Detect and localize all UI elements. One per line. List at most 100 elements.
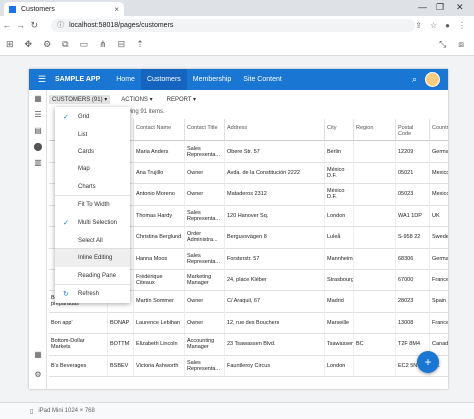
gear-icon[interactable]: ⚙ <box>33 370 43 380</box>
table-cell: Germany <box>430 248 448 269</box>
nav-home[interactable]: Home <box>110 69 141 90</box>
address-bar[interactable]: ⓘ localhost:58018/pages/customers <box>51 18 416 32</box>
table-cell: BONAP <box>108 312 134 334</box>
table-cell <box>354 226 396 248</box>
table-cell: C/ Araquil, 67 <box>225 290 325 312</box>
table-cell: France <box>430 269 448 290</box>
menu-dots-icon[interactable]: ⋮ <box>458 21 466 30</box>
menu-item-grid[interactable]: ✓ Grid <box>55 108 130 126</box>
table-cell: Sales Representa... <box>185 141 225 162</box>
report-dropdown[interactable]: REPORT ▾ <box>164 95 199 104</box>
menu-item-multi-selection[interactable]: ✓ Multi Selection <box>55 214 130 232</box>
list-view-icon[interactable]: ☰ <box>33 110 43 120</box>
table-cell: Strasbourg <box>325 269 354 291</box>
rotate-icon[interactable]: ⤡ <box>439 39 446 50</box>
profile-icon[interactable]: ● <box>445 21 450 30</box>
table-row[interactable]: Bottom-Dollar Markets BOTTM Elizabeth Linc… <box>49 333 448 356</box>
menu-item-select-all[interactable]: Select All <box>55 232 130 250</box>
move-icon[interactable]: ✥ <box>25 39 33 50</box>
back-icon[interactable]: ← <box>0 20 14 30</box>
apps-icon[interactable]: ▦ <box>33 350 43 360</box>
column-header[interactable]: Address <box>225 119 325 141</box>
menu-item-list[interactable]: List <box>55 126 130 144</box>
table-cell <box>354 248 396 269</box>
devtools-toolbar: ⊞ ✥ ⚙ ⧉ ▭ ⋔ ⊟ ⇡ ⤡ ⧈ <box>0 34 474 56</box>
browser-actions: ⇪ ☆ ● ⋮ <box>415 21 474 30</box>
menu-item-inline-editing[interactable]: Inline Editing <box>55 249 130 267</box>
share-icon[interactable]: ⇪ <box>415 21 422 30</box>
plugin-icon[interactable]: ⧉ <box>62 39 68 50</box>
table-cell: Forsterstr. 57 <box>225 248 325 269</box>
avatar[interactable] <box>425 72 440 87</box>
menu-divider <box>55 195 130 196</box>
table-cell <box>354 290 396 312</box>
actions-dropdown[interactable]: ACTIONS ▾ <box>118 95 155 104</box>
menu-item-map[interactable]: Map <box>55 160 130 178</box>
menu-divider <box>55 248 130 249</box>
column-header[interactable]: Country <box>430 119 448 141</box>
column-header[interactable]: Postal Code <box>396 119 430 141</box>
settings-icon[interactable]: ⚙ <box>43 39 51 50</box>
nav-membership[interactable]: Membership <box>187 69 238 90</box>
table-cell <box>354 355 396 376</box>
table-cell: Obere Str. 57 <box>225 141 325 162</box>
table-cell: Mannheim <box>325 248 354 269</box>
info-icon[interactable]: ⓘ <box>57 20 64 30</box>
menu-item-label: Cards <box>78 148 95 155</box>
menu-item-reading-pane[interactable]: Reading Pane <box>55 267 130 285</box>
column-header[interactable]: City <box>325 119 354 141</box>
table-cell: Mataderos 2312 <box>225 183 325 205</box>
nav-customers[interactable]: Customers <box>140 69 187 90</box>
sitemap-icon[interactable]: ⊟ <box>118 39 126 50</box>
minimize-button[interactable]: — <box>418 2 427 12</box>
menu-item-refresh[interactable]: ↻ Refresh <box>55 285 130 303</box>
app-brand[interactable]: SAMPLE APP <box>55 76 100 83</box>
table-cell: Martín Sommer <box>134 290 185 312</box>
menu-item-label: Reading Pane <box>78 272 117 279</box>
table-cell: Order Administra... <box>185 226 225 248</box>
upload-icon[interactable]: ⇡ <box>136 39 144 50</box>
browser-tab[interactable]: Customers × <box>4 2 124 16</box>
hamburger-icon[interactable]: ☰ <box>29 74 55 85</box>
table-cell: Owner <box>185 183 225 205</box>
table-cell: Mexico <box>430 162 448 183</box>
maximize-button[interactable]: ❐ <box>436 2 444 13</box>
table-cell: Accounting Manager <box>185 333 225 355</box>
table-cell: Victoria Ashworth <box>134 355 185 376</box>
table-row[interactable]: B's Beverages BSBEV Victoria Ashworth Sales… <box>49 355 448 377</box>
reload-icon[interactable]: ↻ <box>27 20 41 31</box>
forward-icon[interactable]: → <box>14 20 28 30</box>
bookmark-icon[interactable]: ☆ <box>430 21 437 30</box>
table-cell: 68306 <box>396 248 430 269</box>
menu-item-cards[interactable]: Cards <box>55 143 130 161</box>
close-window-button[interactable]: ✕ <box>456 2 464 13</box>
device-toolbar-icon[interactable]: ⊞ <box>6 39 14 50</box>
close-tab-icon[interactable]: × <box>114 5 119 14</box>
table-cell: Spain <box>430 291 448 312</box>
column-header[interactable]: Contact Name <box>134 119 185 141</box>
book-icon[interactable]: ▭ <box>80 39 89 50</box>
map-pin-icon[interactable]: ⬤ <box>33 142 43 152</box>
browser-tab-bar: Customers × — ❐ ✕ <box>0 0 474 16</box>
cards-view-icon[interactable]: ▤ <box>33 126 43 136</box>
table-cell: Sales Representa... <box>185 355 225 376</box>
search-icon[interactable]: ⌕ <box>412 74 417 85</box>
menu-item-label: Charts <box>78 183 96 190</box>
grid-view-icon[interactable]: ▦ <box>33 94 43 104</box>
table-cell: Sales Representa... <box>185 205 225 227</box>
menu-item-charts[interactable]: Charts <box>55 178 130 196</box>
table-cell: Laurence Lebihan <box>134 312 185 334</box>
column-header[interactable]: Contact Title <box>185 119 225 141</box>
nav-site-content[interactable]: Site Content <box>237 69 288 90</box>
table-cell: S-958 22 <box>396 226 430 248</box>
column-header[interactable]: Region <box>354 119 396 141</box>
chart-icon[interactable]: ▥ <box>33 158 43 168</box>
customers-view-dropdown[interactable]: CUSTOMERS (91) ▾ <box>49 94 111 104</box>
tree-icon[interactable]: ⋔ <box>99 39 107 50</box>
table-row[interactable]: Bon app' BONAP Laurence Lebihan Owner 12, ru… <box>49 312 448 335</box>
table-cell: BOTTM <box>108 333 134 355</box>
add-button[interactable]: + <box>417 351 439 373</box>
screenshot-icon[interactable]: ⧈ <box>458 39 464 50</box>
table-cell: Berguvsvägen 8 <box>225 226 325 248</box>
menu-item-fit-to-width[interactable]: Fit To Width <box>55 196 130 214</box>
